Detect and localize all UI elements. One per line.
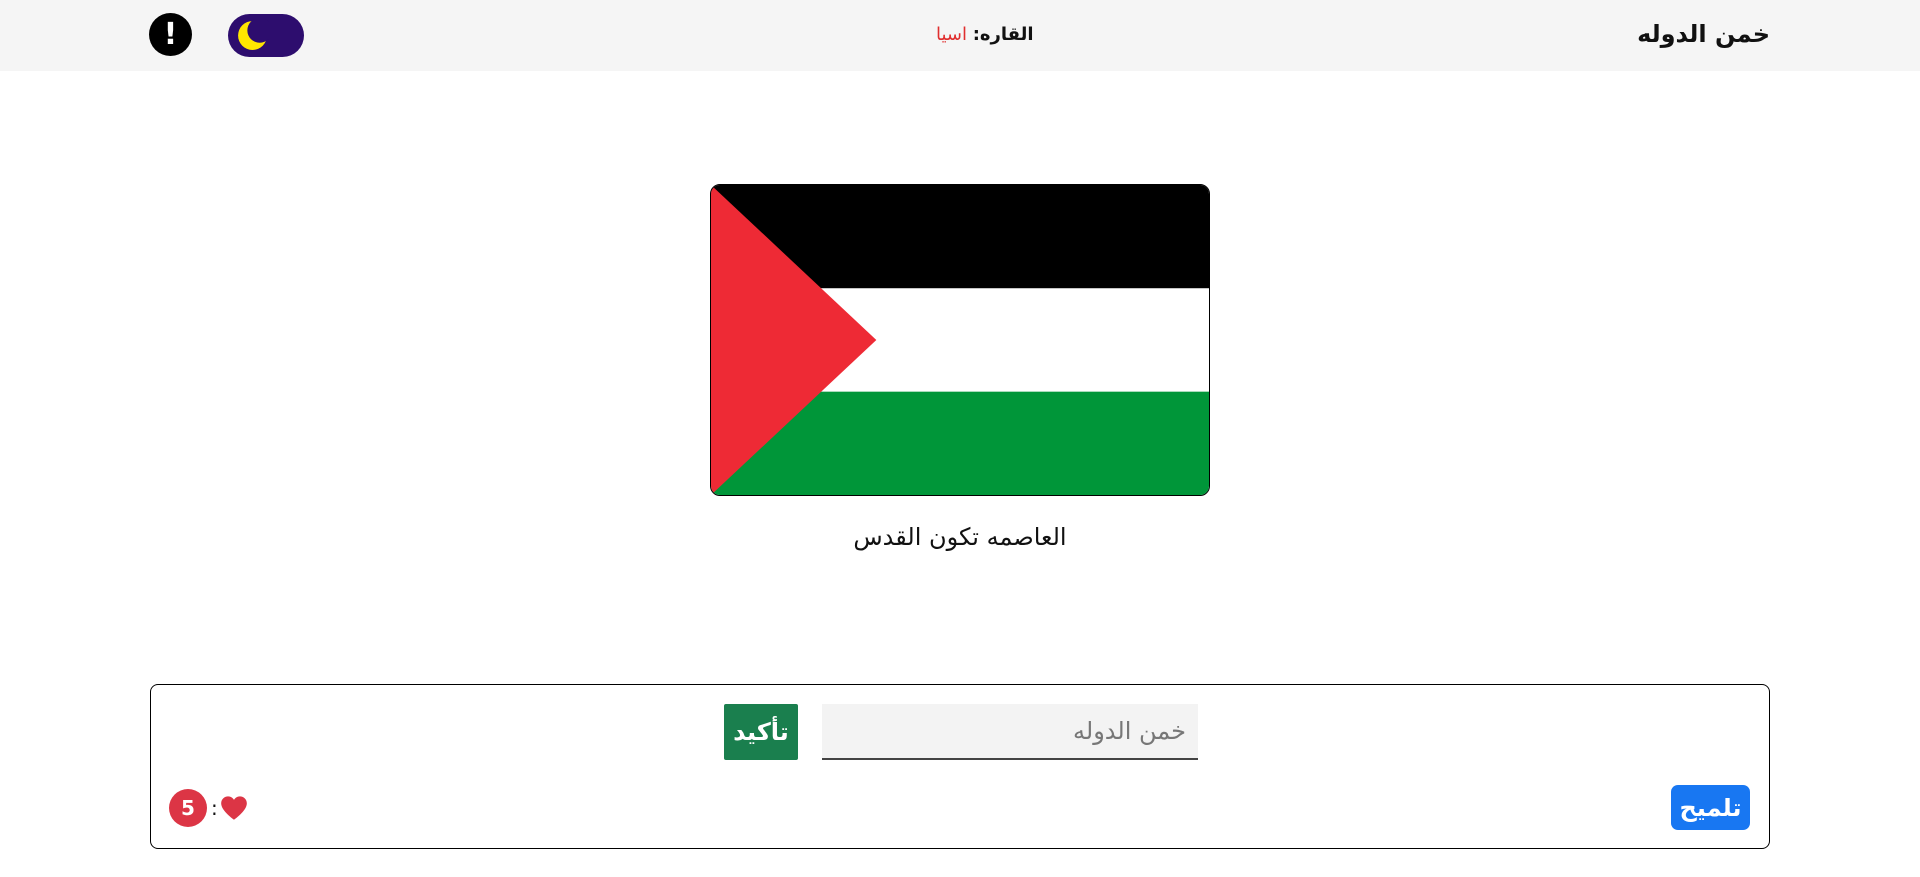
- guess-input[interactable]: [822, 704, 1198, 760]
- lives-separator: :: [211, 796, 218, 820]
- lives-count: 5: [169, 789, 207, 827]
- dark-mode-toggle[interactable]: [228, 14, 304, 57]
- exclamation-icon: !: [163, 17, 178, 52]
- continent-value: اسيا: [936, 24, 967, 45]
- lives-indicator: 5 :: [169, 789, 248, 827]
- continent-label: القاره:: [972, 24, 1034, 45]
- flag-image: [711, 185, 1209, 495]
- hint-button[interactable]: تلميح: [1671, 785, 1750, 830]
- confirm-button[interactable]: تأكيد: [724, 704, 798, 760]
- continent-indicator: القاره: اسيا: [936, 24, 1034, 45]
- app-title: خمن الدوله: [1637, 20, 1770, 48]
- heart-icon: [220, 796, 247, 820]
- guess-panel: تأكيد 5 : تلميح: [150, 684, 1770, 849]
- info-button[interactable]: !: [149, 13, 192, 56]
- clue-text: العاصمه تكون القدس: [853, 523, 1067, 551]
- country-flag: [710, 184, 1210, 496]
- top-bar: خمن الدوله القاره: اسيا !: [0, 0, 1920, 71]
- moon-icon: [238, 19, 269, 50]
